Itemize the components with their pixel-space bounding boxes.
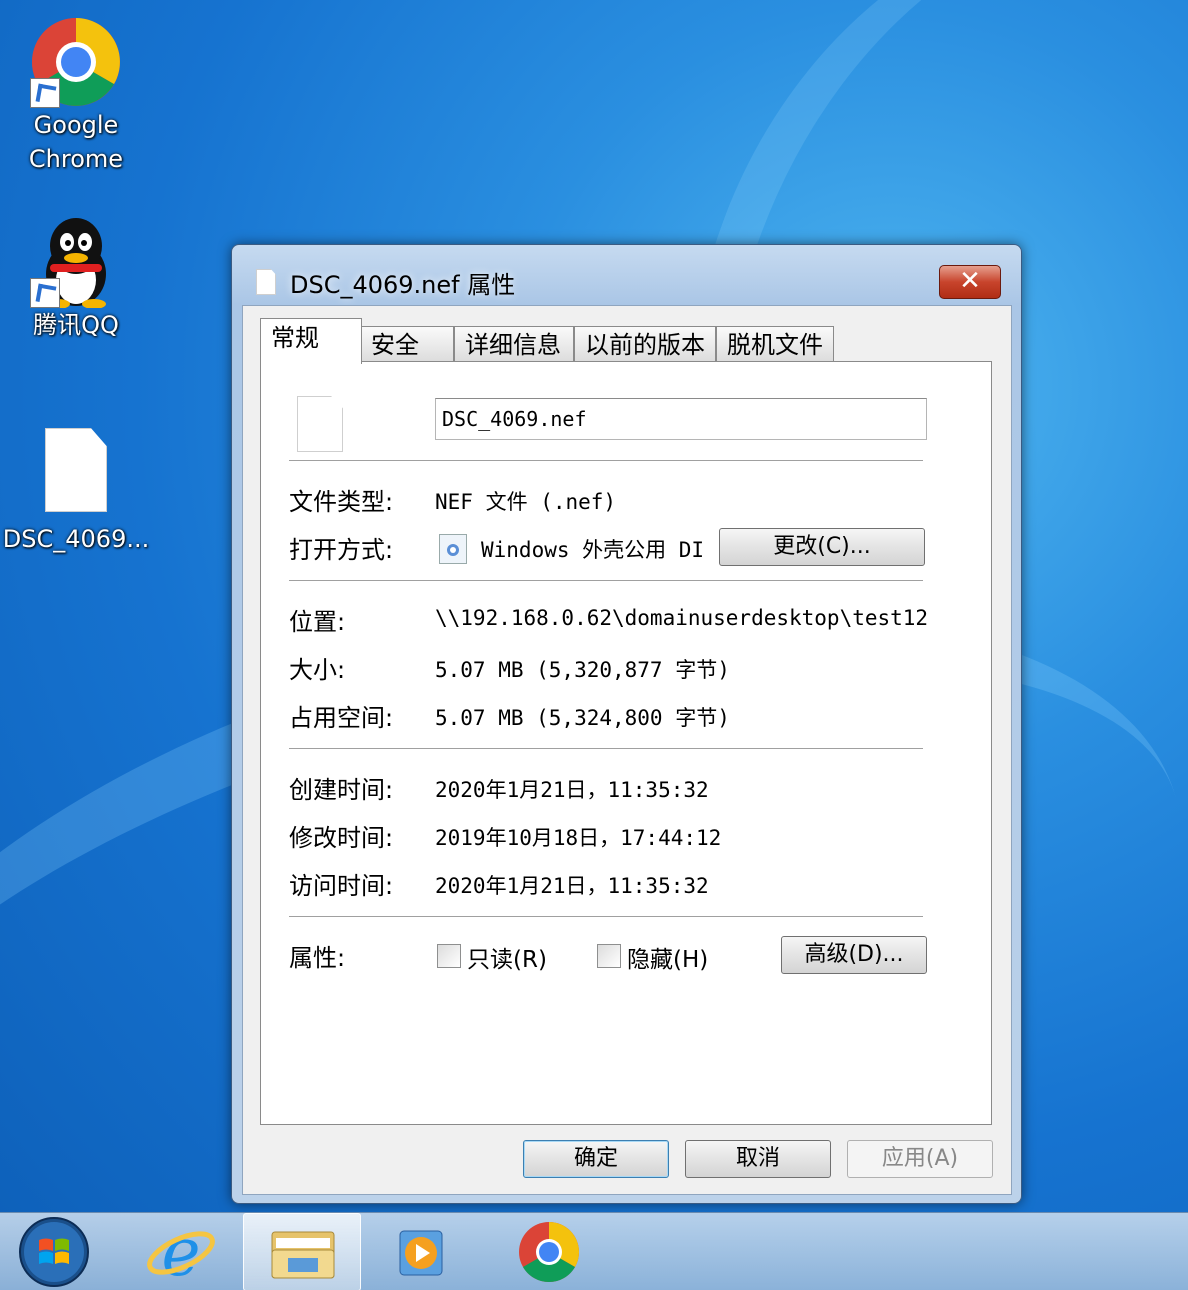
- dialog-title: DSC_4069.nef 属性: [290, 271, 516, 299]
- desktop-icon-label: 腾讯QQ: [33, 311, 119, 339]
- modified-value: 2019年10月18日，17:44:12: [435, 826, 722, 850]
- advanced-button[interactable]: 高级(D)...: [781, 936, 927, 974]
- divider: [289, 580, 923, 582]
- desktop-icon-chrome[interactable]: Google Chrome: [1, 16, 151, 176]
- tab-security[interactable]: 安全: [360, 326, 454, 362]
- svg-text:e: e: [161, 1214, 200, 1290]
- close-button[interactable]: ✕: [939, 265, 1001, 299]
- change-button[interactable]: 更改(C)...: [719, 528, 925, 566]
- apply-button[interactable]: 应用(A): [847, 1140, 993, 1178]
- size-on-disk-label: 占用空间:: [289, 704, 394, 732]
- created-label: 创建时间:: [289, 776, 394, 804]
- taskbar-chrome[interactable]: [490, 1213, 608, 1290]
- open-with-value: Windows 外壳公用 DI: [481, 538, 705, 562]
- start-orb: [19, 1217, 89, 1287]
- location-value: \\192.168.0.62\domainuserdesktop\test12\…: [435, 606, 927, 630]
- chrome-icon: [519, 1222, 580, 1283]
- divider: [289, 460, 923, 462]
- attributes-label: 属性:: [289, 944, 346, 972]
- chrome-icon: [30, 16, 122, 108]
- filename-input[interactable]: [435, 398, 927, 440]
- taskbar-media-player[interactable]: [362, 1213, 480, 1290]
- qq-icon: [30, 216, 122, 309]
- media-player-icon: [399, 1230, 443, 1276]
- size-on-disk-value: 5.07 MB (5,324,800 字节): [435, 706, 730, 730]
- shortcut-arrow-icon: [30, 78, 60, 108]
- readonly-label[interactable]: 只读(R): [467, 940, 547, 974]
- windows-explorer-icon: [271, 1231, 335, 1279]
- readonly-checkbox[interactable]: [437, 944, 461, 968]
- shortcut-arrow-icon: [30, 278, 60, 308]
- size-label: 大小:: [289, 656, 346, 684]
- properties-dialog: DSC_4069.nef 属性 ✕ 常规 安全 详细信息 以前的版本 脱机文件 …: [231, 244, 1022, 1204]
- file-icon: [297, 396, 343, 452]
- cancel-button[interactable]: 取消: [685, 1140, 831, 1178]
- tab-general[interactable]: 常规: [260, 318, 362, 364]
- taskbar-internet-explorer[interactable]: e: [122, 1213, 240, 1290]
- taskbar: e: [0, 1212, 1188, 1290]
- taskbar-windows-explorer[interactable]: [243, 1213, 361, 1290]
- open-with-label: 打开方式:: [289, 536, 394, 564]
- tab-previous-versions[interactable]: 以前的版本: [574, 326, 716, 362]
- desktop-icon-label: DSC_4069...: [2, 525, 150, 553]
- general-tab-page: 文件类型: NEF 文件 (.nef) 打开方式: Windows 外壳公用 D…: [260, 361, 992, 1125]
- file-icon: [256, 269, 276, 295]
- internet-explorer-icon: e: [147, 1214, 215, 1290]
- file-icon: [45, 428, 107, 512]
- close-icon: ✕: [959, 266, 981, 296]
- divider: [289, 916, 923, 918]
- desktop-icon-label: Google Chrome: [28, 111, 124, 173]
- modified-label: 修改时间:: [289, 824, 394, 852]
- file-type-label: 文件类型:: [289, 488, 394, 516]
- tab-details[interactable]: 详细信息: [454, 326, 574, 362]
- accessed-label: 访问时间:: [289, 872, 394, 900]
- divider: [289, 748, 923, 750]
- desktop-icon-dsc-file[interactable]: DSC_4069...: [1, 428, 151, 556]
- location-label: 位置:: [289, 608, 346, 636]
- file-type-value: NEF 文件 (.nef): [435, 490, 617, 514]
- dialog-client-area: 常规 安全 详细信息 以前的版本 脱机文件 文件类型: NEF 文件 (.nef…: [242, 305, 1012, 1195]
- desktop-icon-qq[interactable]: 腾讯QQ: [1, 216, 151, 342]
- accessed-value: 2020年1月21日，11:35:32: [435, 874, 709, 898]
- hidden-label[interactable]: 隐藏(H): [627, 940, 708, 974]
- start-button[interactable]: [6, 1213, 102, 1290]
- created-value: 2020年1月21日，11:35:32: [435, 778, 709, 802]
- tab-offline-files[interactable]: 脱机文件: [716, 326, 834, 362]
- ok-button[interactable]: 确定: [523, 1140, 669, 1178]
- app-icon: [439, 534, 467, 564]
- size-value: 5.07 MB (5,320,877 字节): [435, 658, 730, 682]
- desktop: Google Chrome 腾讯QQ DSC_4069... DSC_4069.…: [0, 0, 1188, 1290]
- hidden-checkbox[interactable]: [597, 944, 621, 968]
